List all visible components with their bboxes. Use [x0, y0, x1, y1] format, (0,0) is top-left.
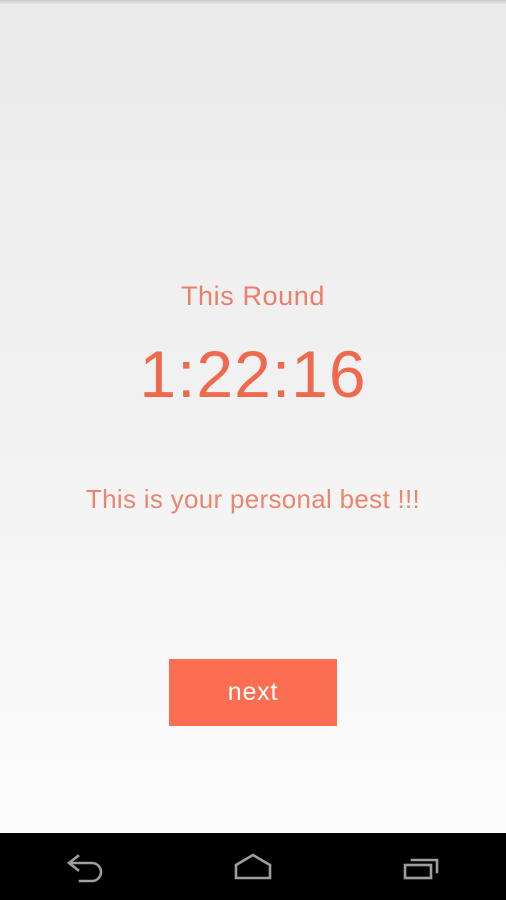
home-icon: [230, 850, 276, 884]
nav-recents-button[interactable]: [372, 833, 472, 900]
nav-back-button[interactable]: [34, 833, 134, 900]
back-arrow-icon: [61, 850, 107, 884]
personal-best-message: This is your personal best !!!: [85, 484, 421, 514]
result-content: This Round 1:22:16 This is your personal…: [0, 4, 506, 833]
round-title: This Round: [180, 281, 326, 311]
next-button[interactable]: next: [169, 659, 337, 726]
round-time-display: 1:22:16: [139, 337, 367, 411]
nav-home-button[interactable]: [203, 833, 303, 900]
android-navigation-bar: [0, 833, 506, 900]
recents-icon: [399, 850, 445, 884]
app-screen: This Round 1:22:16 This is your personal…: [0, 0, 506, 900]
